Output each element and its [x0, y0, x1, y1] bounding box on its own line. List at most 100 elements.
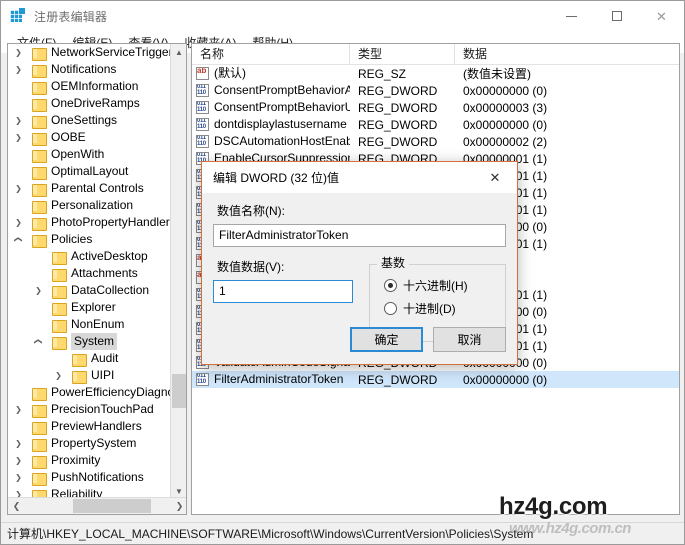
- tree-indent-spacer: [12, 95, 25, 112]
- chevron-down-icon[interactable]: ❮: [10, 233, 27, 246]
- tree-item[interactable]: ❯ Notifications: [8, 61, 170, 78]
- dword-value-icon: [196, 373, 209, 386]
- tree-item[interactable]: Audit: [8, 350, 170, 367]
- cell-type: REG_DWORD: [358, 100, 438, 115]
- tree-item[interactable]: ❯ PushNotifications: [8, 469, 170, 486]
- chevron-right-icon[interactable]: ❯: [32, 282, 45, 299]
- column-header-data[interactable]: 数据: [455, 44, 679, 65]
- tree-vscroll-thumb[interactable]: [172, 374, 186, 408]
- radio-hexadecimal[interactable]: 十六进制(H): [384, 277, 505, 294]
- table-row[interactable]: ConsentPromptBehaviorA... REG_DWORD 0x0000…: [192, 82, 679, 99]
- tree-item-label: OEMInformation: [51, 79, 139, 93]
- value-name: (默认): [214, 66, 246, 80]
- string-value-icon: [196, 67, 209, 80]
- tree-item[interactable]: OptimalLayout: [8, 163, 170, 180]
- tree-item-label: PreviewHandlers: [51, 419, 142, 433]
- chevron-right-icon[interactable]: ❯: [12, 112, 25, 129]
- dialog-body: 数值名称(N): FilterAdministratorToken 数值数据(V…: [202, 202, 517, 342]
- chevron-right-icon[interactable]: ❯: [12, 469, 25, 486]
- registry-tree[interactable]: ❯ NetworkServiceTrigger ❯ Notifications OEM…: [8, 44, 170, 499]
- value-name-input[interactable]: FilterAdministratorToken: [213, 224, 506, 247]
- cell-data: 0x00000003 (3): [463, 100, 548, 115]
- tree-item[interactable]: ❮ System: [8, 333, 170, 350]
- scroll-right-icon[interactable]: ❯: [171, 498, 186, 514]
- tree-item[interactable]: ❯ PrecisionTouchPad: [8, 401, 170, 418]
- cancel-button[interactable]: 取消: [433, 327, 506, 352]
- tree-hscroll-thumb[interactable]: [73, 499, 151, 513]
- folder-icon: [32, 421, 47, 435]
- chevron-right-icon[interactable]: ❯: [12, 129, 25, 146]
- value-name: dontdisplaylastusername: [214, 117, 347, 131]
- tree-item[interactable]: ❯ NetworkServiceTrigger: [8, 44, 170, 61]
- scroll-left-icon[interactable]: ❮: [8, 498, 25, 514]
- chevron-right-icon[interactable]: ❯: [12, 435, 25, 452]
- scroll-up-icon[interactable]: ▲: [171, 44, 186, 60]
- tree-item[interactable]: ❯ Proximity: [8, 452, 170, 469]
- tree-hscroll-track[interactable]: [25, 498, 171, 514]
- tree-item[interactable]: OEMInformation: [8, 78, 170, 95]
- cell-name: (默认): [192, 65, 350, 82]
- chevron-right-icon[interactable]: ❯: [52, 367, 65, 384]
- column-header-name[interactable]: 名称: [192, 44, 350, 65]
- chevron-right-icon[interactable]: ❯: [12, 61, 25, 78]
- folder-icon: [32, 387, 47, 401]
- tree-item[interactable]: ❯ OneSettings: [8, 112, 170, 129]
- tree-item[interactable]: ❯ Parental Controls: [8, 180, 170, 197]
- tree-vertical-scrollbar[interactable]: ▲ ▼: [170, 44, 186, 499]
- registry-editor-icon: [10, 8, 26, 24]
- tree-indent-spacer: [12, 418, 25, 435]
- tree-item[interactable]: OneDriveRamps: [8, 95, 170, 112]
- tree-item[interactable]: ❯ UIPI: [8, 367, 170, 384]
- minimize-button[interactable]: [549, 1, 594, 31]
- close-icon: ✕: [656, 8, 667, 24]
- chevron-right-icon[interactable]: ❯: [12, 44, 25, 61]
- tree-item[interactable]: Attachments: [8, 265, 170, 282]
- tree-item[interactable]: NonEnum: [8, 316, 170, 333]
- radio-decimal[interactable]: 十进制(D): [384, 300, 505, 317]
- dialog-close-button[interactable]: ✕: [474, 163, 516, 192]
- chevron-right-icon[interactable]: ❯: [12, 452, 25, 469]
- chevron-down-icon[interactable]: ❮: [30, 335, 47, 348]
- tree-indent-spacer: [12, 197, 25, 214]
- tree-item[interactable]: ❯ PhotoPropertyHandler: [8, 214, 170, 231]
- chevron-right-icon[interactable]: ❯: [12, 214, 25, 231]
- chevron-right-icon[interactable]: ❯: [12, 401, 25, 418]
- table-row[interactable]: (默认) REG_SZ (数值未设置): [192, 65, 679, 82]
- tree-item[interactable]: Explorer: [8, 299, 170, 316]
- tree-item-label: Policies: [51, 232, 93, 246]
- folder-icon: [32, 149, 47, 163]
- tree-item[interactable]: PowerEfficiencyDiagnos: [8, 384, 170, 401]
- column-header-type[interactable]: 类型: [350, 44, 455, 65]
- cell-name: dontdisplaylastusername: [192, 116, 350, 133]
- tree-item[interactable]: ❮ Policies: [8, 231, 170, 248]
- tree-indent-spacer: [32, 316, 45, 333]
- edit-dword-dialog: 编辑 DWORD (32 位)值 ✕ 数值名称(N): FilterAdmini…: [201, 161, 518, 365]
- folder-icon: [32, 217, 47, 231]
- folder-icon: [32, 64, 47, 78]
- tree-item[interactable]: PreviewHandlers: [8, 418, 170, 435]
- tree-item[interactable]: Personalization: [8, 197, 170, 214]
- value-data-input[interactable]: 1: [213, 280, 353, 303]
- table-row[interactable]: dontdisplaylastusername REG_DWORD 0x000000…: [192, 116, 679, 133]
- tree-item-label: NetworkServiceTrigger: [51, 45, 170, 59]
- tree-item[interactable]: OpenWith: [8, 146, 170, 163]
- table-row[interactable]: ConsentPromptBehaviorU... REG_DWORD 0x0000…: [192, 99, 679, 116]
- close-button[interactable]: ✕: [639, 1, 684, 31]
- folder-icon: [52, 336, 67, 350]
- dialog-titlebar: 编辑 DWORD (32 位)值: [202, 162, 517, 193]
- ok-button[interactable]: 确定: [350, 327, 423, 352]
- chevron-right-icon[interactable]: ❯: [12, 180, 25, 197]
- maximize-button[interactable]: [594, 1, 639, 31]
- tree-item[interactable]: ❯ OOBE: [8, 129, 170, 146]
- table-row[interactable]: DSCAutomationHostEnabl... REG_DWORD 0x0000…: [192, 133, 679, 150]
- tree-item[interactable]: ActiveDesktop: [8, 248, 170, 265]
- tree-item[interactable]: ❯ PropertySystem: [8, 435, 170, 452]
- minimize-icon: [566, 15, 577, 17]
- table-row[interactable]: FilterAdministratorToken REG_DWORD 0x00000…: [192, 371, 679, 388]
- tree-item[interactable]: ❯ DataCollection: [8, 282, 170, 299]
- cell-name: ConsentPromptBehaviorA...: [192, 82, 350, 99]
- cell-type: REG_SZ: [358, 66, 407, 81]
- folder-icon: [32, 472, 47, 486]
- tree-horizontal-scrollbar[interactable]: ❮ ❯: [8, 497, 186, 514]
- cell-name: ConsentPromptBehaviorU...: [192, 99, 350, 116]
